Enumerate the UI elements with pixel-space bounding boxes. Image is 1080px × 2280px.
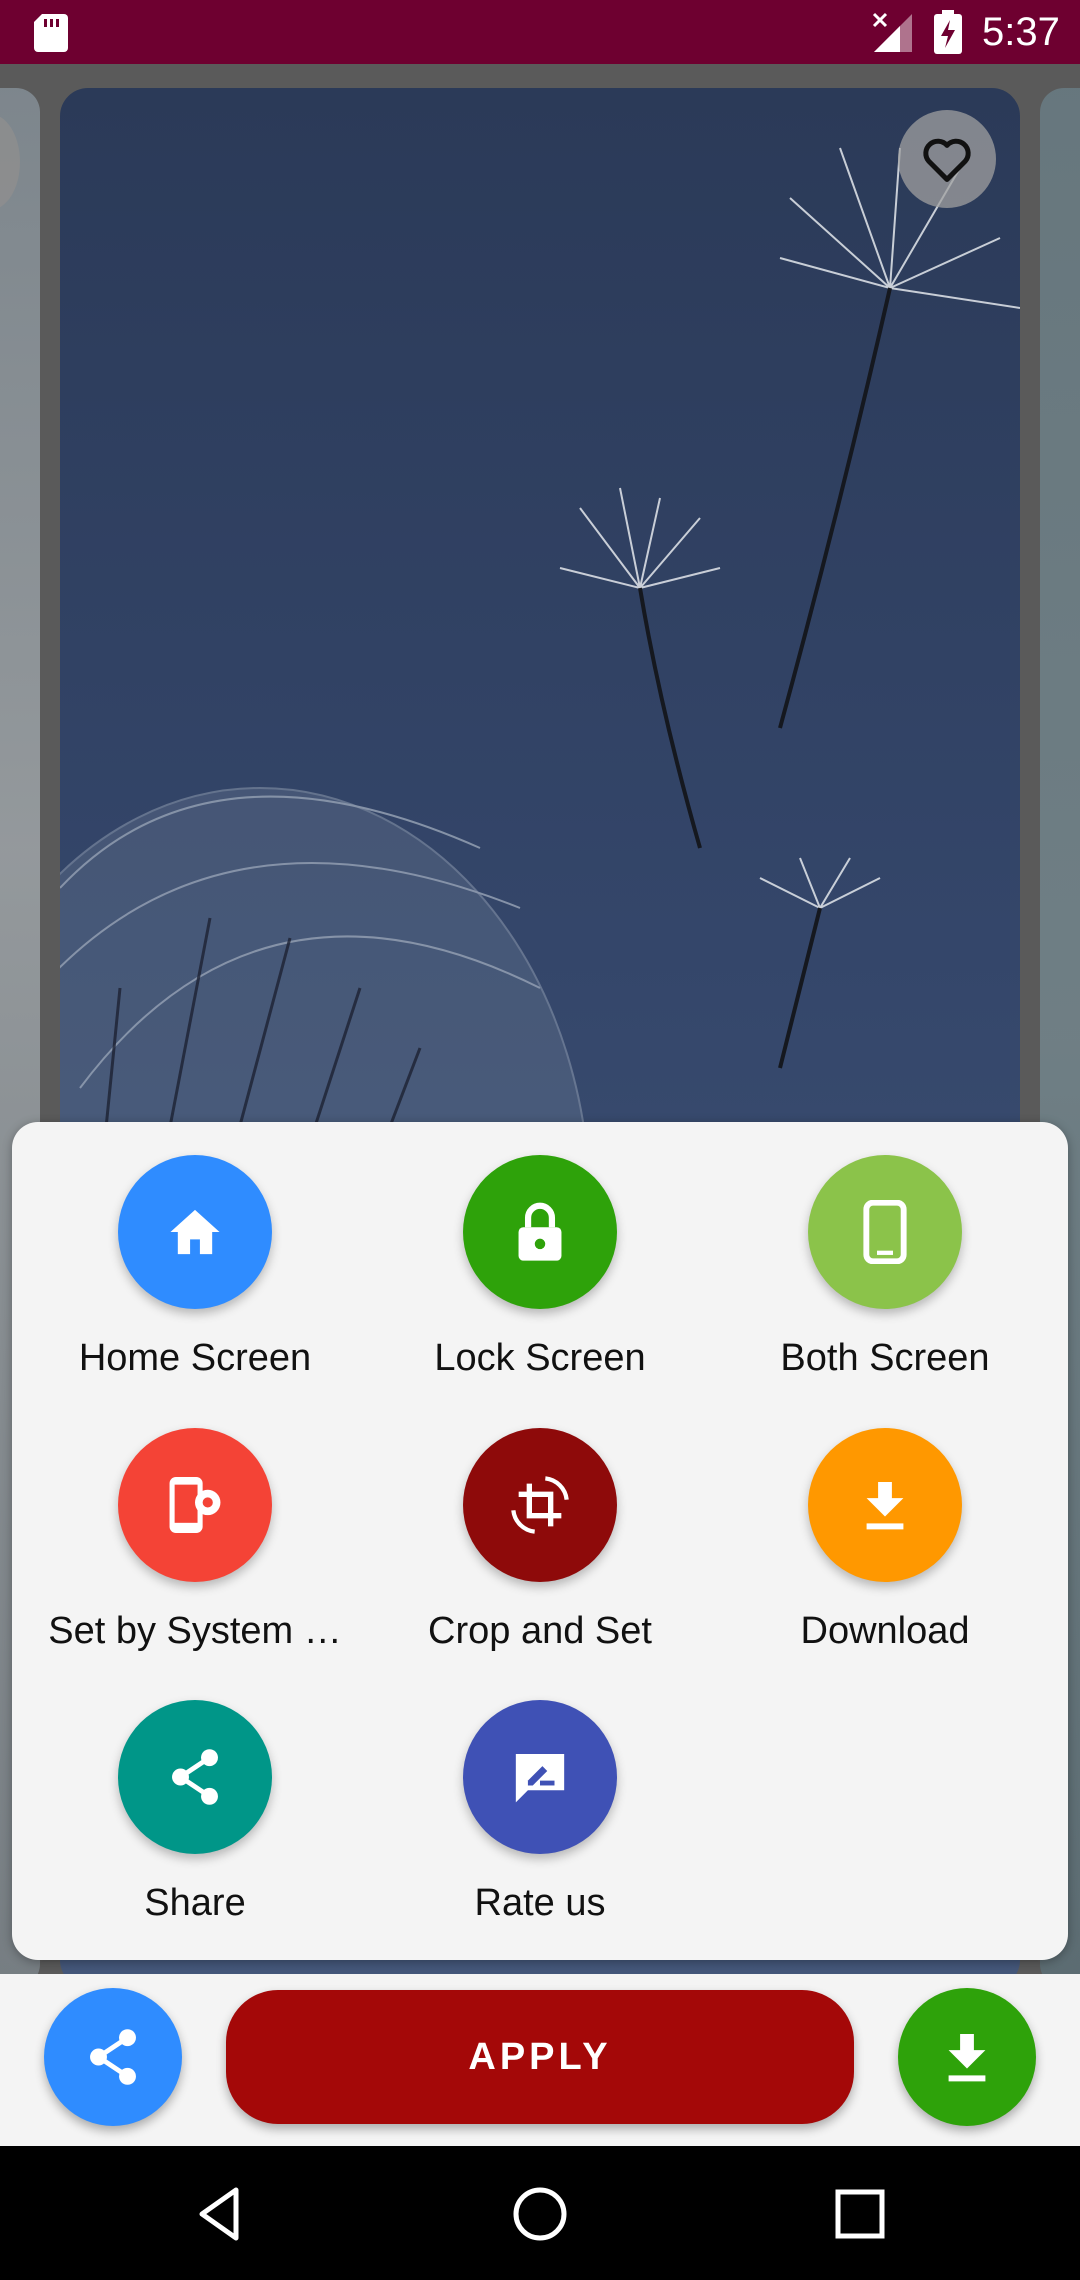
home-circle-icon[interactable] [508, 2182, 572, 2246]
option-label: Download [800, 1610, 970, 1652]
option-label: Rate us [474, 1882, 606, 1924]
phone-settings-icon [169, 1477, 221, 1533]
option-label: Home Screen [78, 1337, 312, 1379]
download-icon [866, 1482, 904, 1530]
share-icon [90, 2029, 136, 2085]
sd-card-icon [34, 14, 68, 52]
home-icon [170, 1209, 220, 1255]
option-download-circle[interactable] [808, 1428, 962, 1582]
option-share-circle[interactable] [118, 1700, 272, 1854]
option-rate-us[interactable]: Rate us [380, 1700, 700, 1926]
option-home-screen[interactable]: Home Screen [35, 1155, 355, 1381]
option-both-screen-circle[interactable] [808, 1155, 962, 1309]
navigation-bar [0, 2146, 1080, 2280]
download-icon [948, 2034, 986, 2082]
option-label: Share [144, 1882, 246, 1924]
share-fab[interactable] [44, 1988, 182, 2126]
clock: 5:37 [982, 10, 1060, 54]
option-set-by-system[interactable]: Set by System … [35, 1428, 355, 1654]
battery-charging-icon [934, 10, 962, 54]
option-lock-screen-circle[interactable] [463, 1155, 617, 1309]
option-crop-and-set-circle[interactable] [463, 1428, 617, 1582]
phone-icon [863, 1200, 907, 1264]
option-share[interactable]: Share [35, 1700, 355, 1926]
favorite-button[interactable] [898, 110, 996, 208]
lock-icon [518, 1202, 562, 1261]
option-label: Crop and Set [428, 1610, 652, 1652]
option-crop-and-set[interactable]: Crop and Set [380, 1428, 700, 1654]
share-icon [172, 1749, 218, 1805]
option-download[interactable]: Download [725, 1428, 1045, 1654]
apply-button[interactable]: APPLY [226, 1990, 854, 2124]
option-label: Set by System … [48, 1610, 342, 1652]
download-fab[interactable] [898, 1988, 1036, 2126]
recents-square-icon[interactable] [828, 2182, 892, 2246]
status-bar: 5:37 [0, 0, 1080, 64]
set-wallpaper-sheet: Home Screen Lock Screen Both Screen Set … [12, 1122, 1068, 1960]
crop-rotate-icon [511, 1476, 569, 1534]
action-bar: APPLY [0, 1974, 1080, 2146]
heart-outline-icon [923, 138, 971, 182]
rate-review-icon [515, 1754, 565, 1803]
option-label: Both Screen [780, 1337, 990, 1379]
option-rate-us-circle[interactable] [463, 1700, 617, 1854]
back-triangle-icon[interactable] [190, 2182, 254, 2246]
option-both-screen[interactable]: Both Screen [725, 1155, 1045, 1381]
signal-off-icon [872, 12, 912, 52]
option-home-screen-circle[interactable] [118, 1155, 272, 1309]
option-set-by-system-circle[interactable] [118, 1428, 272, 1582]
option-label: Lock Screen [434, 1337, 646, 1379]
option-lock-screen[interactable]: Lock Screen [380, 1155, 700, 1381]
